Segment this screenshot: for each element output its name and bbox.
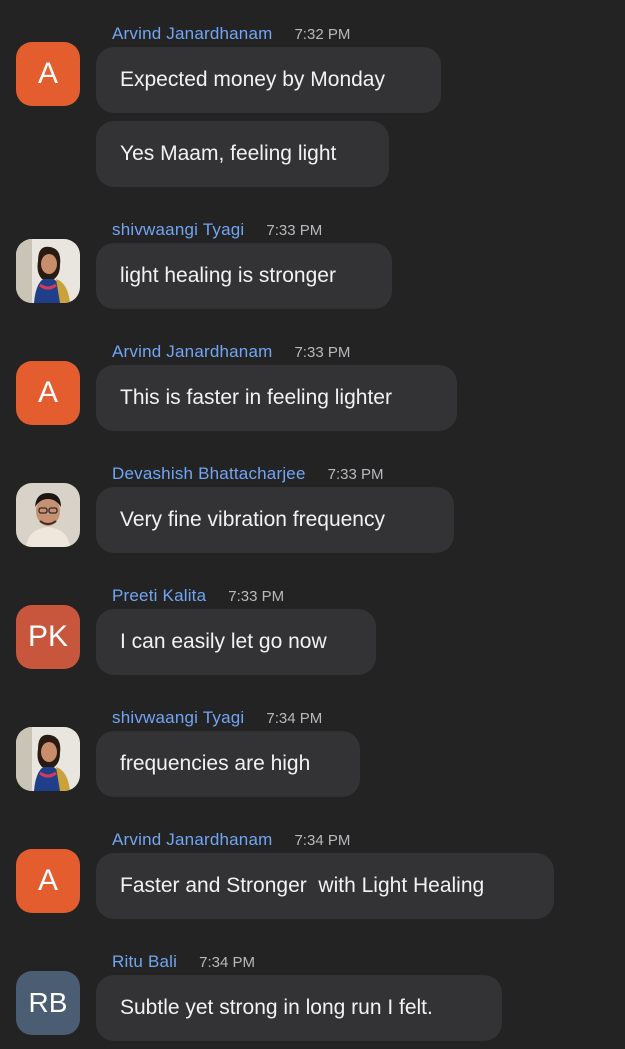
message-bubble[interactable]: Very fine vibration frequency — [96, 487, 454, 553]
message-timestamp: 7:34 PM — [266, 709, 323, 727]
sender-name[interactable]: Arvind Janardhanam — [112, 830, 272, 850]
sender-name[interactable]: Arvind Janardhanam — [112, 24, 272, 44]
message-header: Arvind Janardhanam 7:32 PM — [112, 23, 350, 45]
man-profile-photo-icon — [16, 483, 80, 547]
message-header: Arvind Janardhanam 7:33 PM — [112, 341, 350, 363]
woman-profile-photo-icon — [16, 727, 80, 791]
message-bubble[interactable]: Expected money by Monday — [96, 47, 441, 113]
chat-message-list[interactable]: Arvind Janardhanam 7:32 PM A Expected mo… — [0, 0, 625, 1049]
message-bubble[interactable]: light healing is stronger — [96, 243, 392, 309]
message-header: Preeti Kalita 7:33 PM — [112, 585, 284, 607]
avatar[interactable]: A — [16, 849, 80, 913]
message-bubble[interactable]: Faster and Stronger with Light Healing — [96, 853, 554, 919]
message-header: Arvind Janardhanam 7:34 PM — [112, 829, 350, 851]
sender-name[interactable]: Preeti Kalita — [112, 586, 206, 606]
message-header: shivwaangi Tyagi 7:34 PM — [112, 707, 322, 729]
message-header: Ritu Bali 7:34 PM — [112, 951, 255, 973]
avatar[interactable]: RB — [16, 971, 80, 1035]
sender-name[interactable]: Devashish Bhattacharjee — [112, 464, 306, 484]
message-timestamp: 7:33 PM — [228, 587, 285, 605]
message-bubble[interactable]: frequencies are high — [96, 731, 360, 797]
woman-profile-photo-icon — [16, 239, 80, 303]
avatar-photo-woman[interactable] — [16, 239, 80, 303]
message-bubble[interactable]: Yes Maam, feeling light — [96, 121, 389, 187]
message-timestamp: 7:33 PM — [266, 221, 323, 239]
sender-name[interactable]: Arvind Janardhanam — [112, 342, 272, 362]
sender-name[interactable]: shivwaangi Tyagi — [112, 220, 244, 240]
avatar[interactable]: PK — [16, 605, 80, 669]
message-timestamp: 7:34 PM — [199, 953, 255, 971]
message-timestamp: 7:32 PM — [294, 25, 351, 43]
avatar[interactable]: A — [16, 361, 80, 425]
sender-name[interactable]: Ritu Bali — [112, 952, 177, 972]
message-header: Devashish Bhattacharjee 7:33 PM — [112, 463, 383, 485]
sender-name[interactable]: shivwaangi Tyagi — [112, 708, 244, 728]
message-timestamp: 7:33 PM — [327, 465, 384, 483]
avatar-photo-man[interactable] — [16, 483, 80, 547]
message-bubble[interactable]: This is faster in feeling lighter — [96, 365, 457, 431]
avatar[interactable]: A — [16, 42, 80, 106]
message-timestamp: 7:34 PM — [294, 831, 351, 849]
message-timestamp: 7:33 PM — [294, 343, 351, 361]
message-bubble[interactable]: Subtle yet strong in long run I felt. — [96, 975, 502, 1041]
message-header: shivwaangi Tyagi 7:33 PM — [112, 219, 322, 241]
avatar-photo-woman[interactable] — [16, 727, 80, 791]
message-bubble[interactable]: I can easily let go now — [96, 609, 376, 675]
